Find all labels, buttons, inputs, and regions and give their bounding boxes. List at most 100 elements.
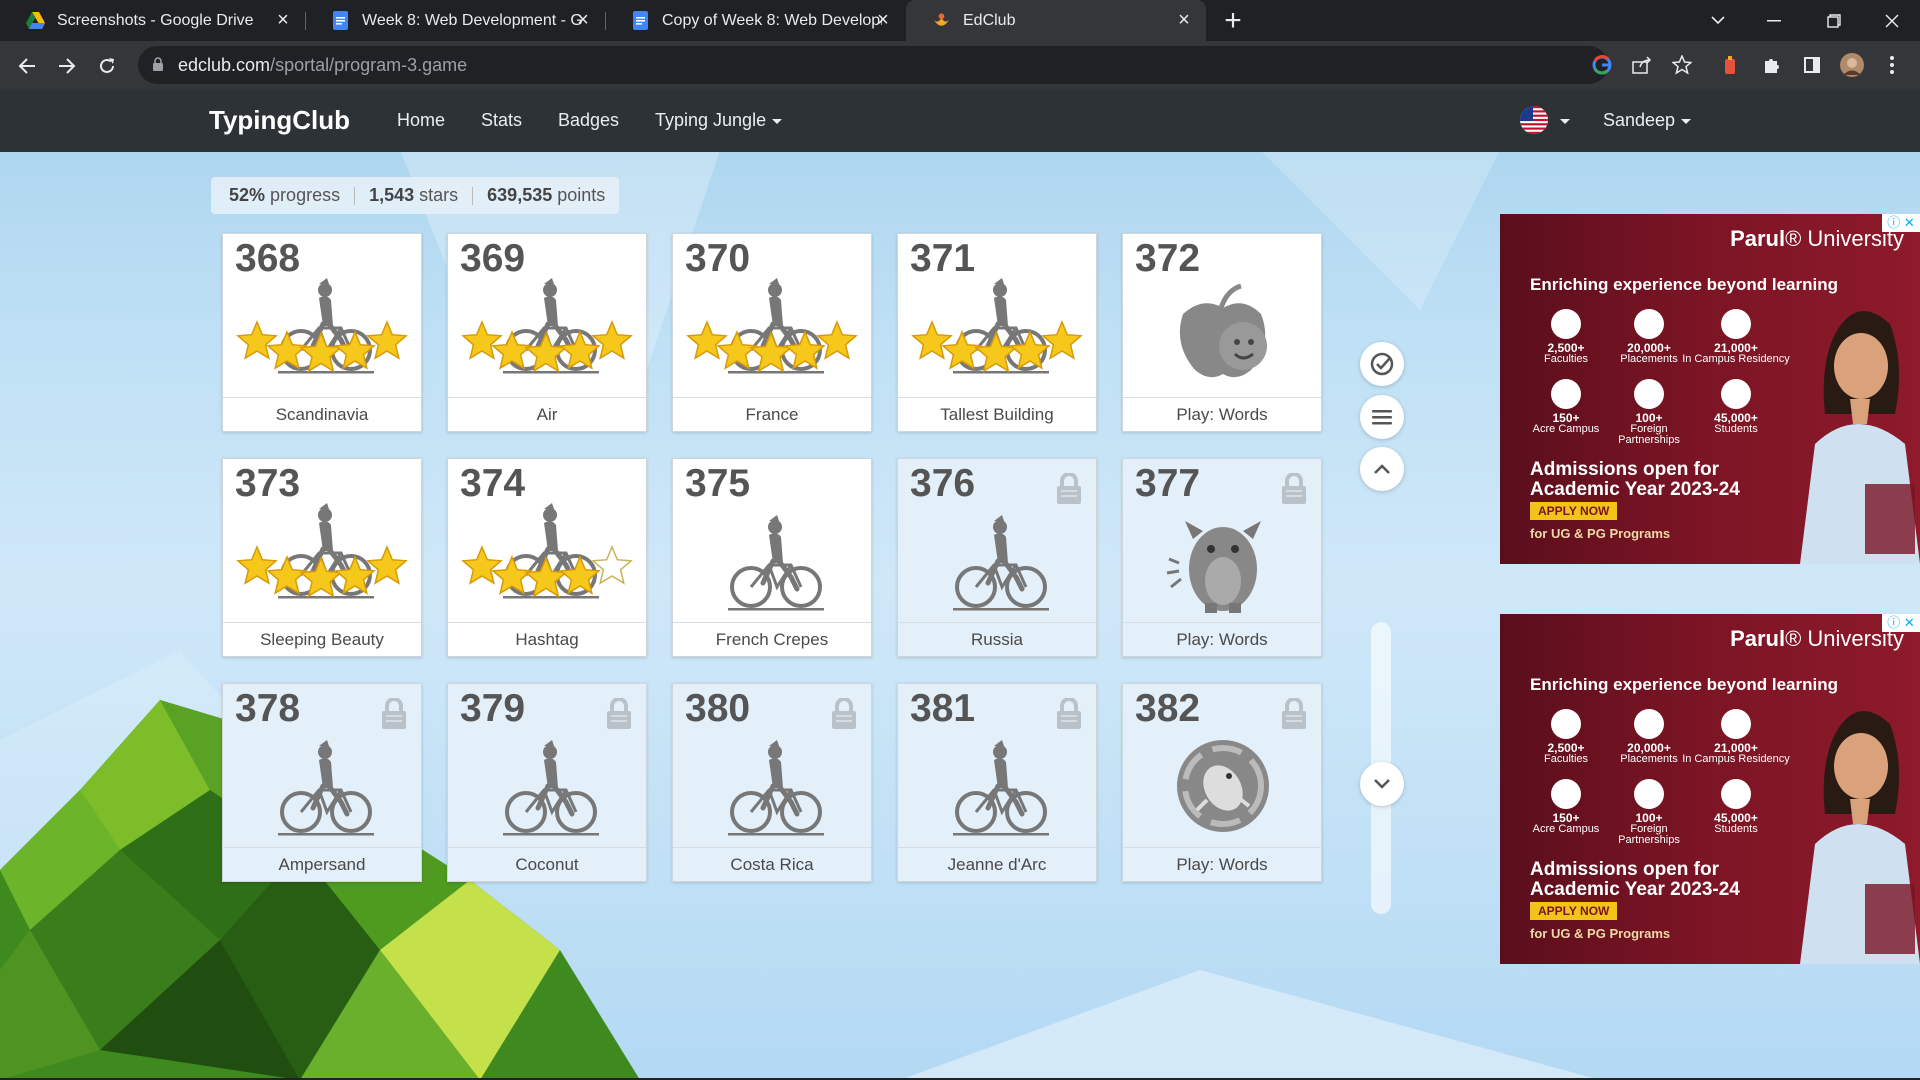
- browser-menu-icon[interactable]: [1880, 53, 1904, 77]
- lesson-artwork: [461, 278, 633, 374]
- lesson-artwork: [953, 515, 1049, 611]
- lesson-artwork: [1179, 283, 1267, 378]
- close-tab-icon[interactable]: ×: [873, 10, 893, 30]
- apple-game-icon: [1179, 283, 1267, 378]
- bird-game-icon: [1177, 740, 1269, 832]
- lesson-card[interactable]: 381 Jeanne d'Arc: [897, 683, 1097, 882]
- google-icon[interactable]: [1590, 53, 1614, 77]
- brand-logo[interactable]: TypingClub: [209, 105, 350, 136]
- lesson-card[interactable]: 382 Play: Words: [1122, 683, 1322, 882]
- address-bar: edclub.com/sportal/program-3.game: [0, 41, 1920, 90]
- lesson-card[interactable]: 368 Scandinavia: [222, 233, 422, 432]
- chevron-up-icon[interactable]: [1360, 447, 1404, 491]
- lesson-title: France: [673, 397, 871, 431]
- lesson-title: Jeanne d'Arc: [898, 847, 1096, 881]
- forward-button[interactable]: [51, 50, 83, 82]
- nav-typing-jungle[interactable]: Typing Jungle: [655, 110, 783, 131]
- ad-stat: 20,000+ Placements: [1606, 709, 1692, 765]
- share-icon[interactable]: [1630, 53, 1654, 77]
- progress-stats: 52% progress 1,543 stars 639,535 points: [211, 177, 620, 214]
- advertisement-banner[interactable]: ⓘ ✕ Parul® University Enriching experien…: [1500, 214, 1920, 564]
- ad-stat: 20,000+ Placements: [1606, 309, 1692, 365]
- url-text: edclub.com/sportal/program-3.game: [178, 55, 468, 75]
- lesson-card[interactable]: 377 Play: Words: [1122, 458, 1322, 657]
- puzzle-icon[interactable]: [1760, 53, 1784, 77]
- lesson-card[interactable]: 375 French Crepes: [672, 458, 872, 657]
- chevron-down-icon: [1681, 118, 1692, 124]
- lesson-title: Sleeping Beauty: [223, 622, 421, 656]
- lesson-card[interactable]: 370 France: [672, 233, 872, 432]
- bookmark-star-icon[interactable]: [1670, 53, 1694, 77]
- lesson-card[interactable]: 378 Ampersand: [222, 683, 422, 882]
- lesson-title: Tallest Building: [898, 397, 1096, 431]
- close-tab-icon[interactable]: ×: [1174, 10, 1194, 30]
- advertisement-banner[interactable]: ⓘ ✕ Parul® University Enriching experien…: [1500, 614, 1920, 964]
- tab-title: EdClub: [963, 11, 1016, 29]
- progress-value: 52%: [229, 185, 266, 205]
- divider: [472, 186, 474, 205]
- ad-stat: 45,000+ Students: [1681, 379, 1791, 435]
- nav-stats[interactable]: Stats: [481, 110, 522, 131]
- tab-search-button[interactable]: [1690, 0, 1746, 41]
- lock-icon[interactable]: [152, 57, 164, 77]
- tab-copy-week8-doc[interactable]: Copy of Week 8: Web Developme ×: [605, 0, 905, 41]
- stars-label: stars: [419, 185, 459, 205]
- lesson-card[interactable]: 373 Sleeping Beauty: [222, 458, 422, 657]
- restore-button[interactable]: [1806, 0, 1862, 41]
- close-window-button[interactable]: [1864, 0, 1920, 41]
- lesson-card[interactable]: 380 Costa Rica: [672, 683, 872, 882]
- tab-title: Copy of Week 8: Web Developme: [662, 11, 882, 29]
- lesson-artwork: [728, 740, 824, 836]
- nav-home[interactable]: Home: [397, 110, 445, 131]
- reload-button[interactable]: [91, 50, 123, 82]
- points-label: points: [557, 185, 606, 205]
- lesson-title: Costa Rica: [673, 847, 871, 881]
- minimize-button[interactable]: [1746, 0, 1802, 41]
- residency-icon: [1721, 309, 1751, 339]
- new-tab-button[interactable]: +: [1218, 4, 1248, 38]
- campus-icon: [1551, 379, 1581, 409]
- us-flag-icon[interactable]: [1520, 106, 1548, 134]
- lesson-card[interactable]: 374 Hashtag: [447, 458, 647, 657]
- url-input[interactable]: edclub.com/sportal/program-3.game: [138, 46, 1608, 84]
- lesson-card[interactable]: 379 Coconut: [447, 683, 647, 882]
- tab-google-drive[interactable]: Screenshots - Google Drive ×: [0, 0, 305, 41]
- lesson-title: Ampersand: [223, 847, 421, 881]
- extension-icon[interactable]: [1718, 53, 1742, 77]
- tab-edclub[interactable]: EdClub ×: [906, 0, 1206, 41]
- bicycle-rider-icon: [503, 740, 599, 836]
- lock-icon: [1057, 698, 1081, 729]
- lesson-artwork: [686, 278, 858, 374]
- user-name: Sandeep: [1603, 110, 1676, 130]
- lesson-card[interactable]: 372 Play: Words: [1122, 233, 1322, 432]
- lesson-card[interactable]: 371 Tallest Building: [897, 233, 1097, 432]
- language-dropdown-icon[interactable]: [1560, 119, 1570, 124]
- site-navbar: TypingClub Home Stats Badges Typing Jung…: [0, 90, 1920, 152]
- nav-badges[interactable]: Badges: [558, 110, 619, 131]
- lesson-artwork: [1177, 740, 1269, 832]
- lesson-card[interactable]: 376 Russia: [897, 458, 1097, 657]
- ad-footer: for UG & PG Programs: [1530, 526, 1671, 541]
- apply-now-button[interactable]: APPLY NOW: [1530, 502, 1618, 520]
- chevron-down-icon[interactable]: [1360, 762, 1404, 806]
- lesson-card[interactable]: 369 Air: [447, 233, 647, 432]
- ad-footer: for UG & PG Programs: [1530, 926, 1671, 941]
- lesson-title: Air: [448, 397, 646, 431]
- side-panel-icon[interactable]: [1800, 53, 1824, 77]
- ad-stat: 2,500+ Faculties: [1523, 309, 1609, 365]
- close-tab-icon[interactable]: ×: [273, 10, 293, 30]
- profile-avatar[interactable]: [1840, 53, 1864, 77]
- monster-game-icon: [1166, 521, 1261, 613]
- check-circle-icon[interactable]: [1360, 342, 1404, 386]
- close-tab-icon[interactable]: ×: [573, 10, 593, 30]
- apply-now-button[interactable]: APPLY NOW: [1530, 902, 1618, 920]
- ad-stat: 21,000+ In Campus Residency: [1681, 309, 1791, 365]
- menu-icon[interactable]: [1360, 395, 1404, 439]
- faculty-icon: [1551, 709, 1581, 739]
- tab-week8-doc[interactable]: Week 8: Web Development - Goo ×: [305, 0, 605, 41]
- ad-stat: 45,000+ Students: [1681, 779, 1791, 835]
- lesson-artwork: [236, 278, 408, 374]
- user-menu[interactable]: Sandeep: [1603, 110, 1692, 131]
- lock-icon: [1057, 473, 1081, 504]
- back-button[interactable]: [11, 50, 43, 82]
